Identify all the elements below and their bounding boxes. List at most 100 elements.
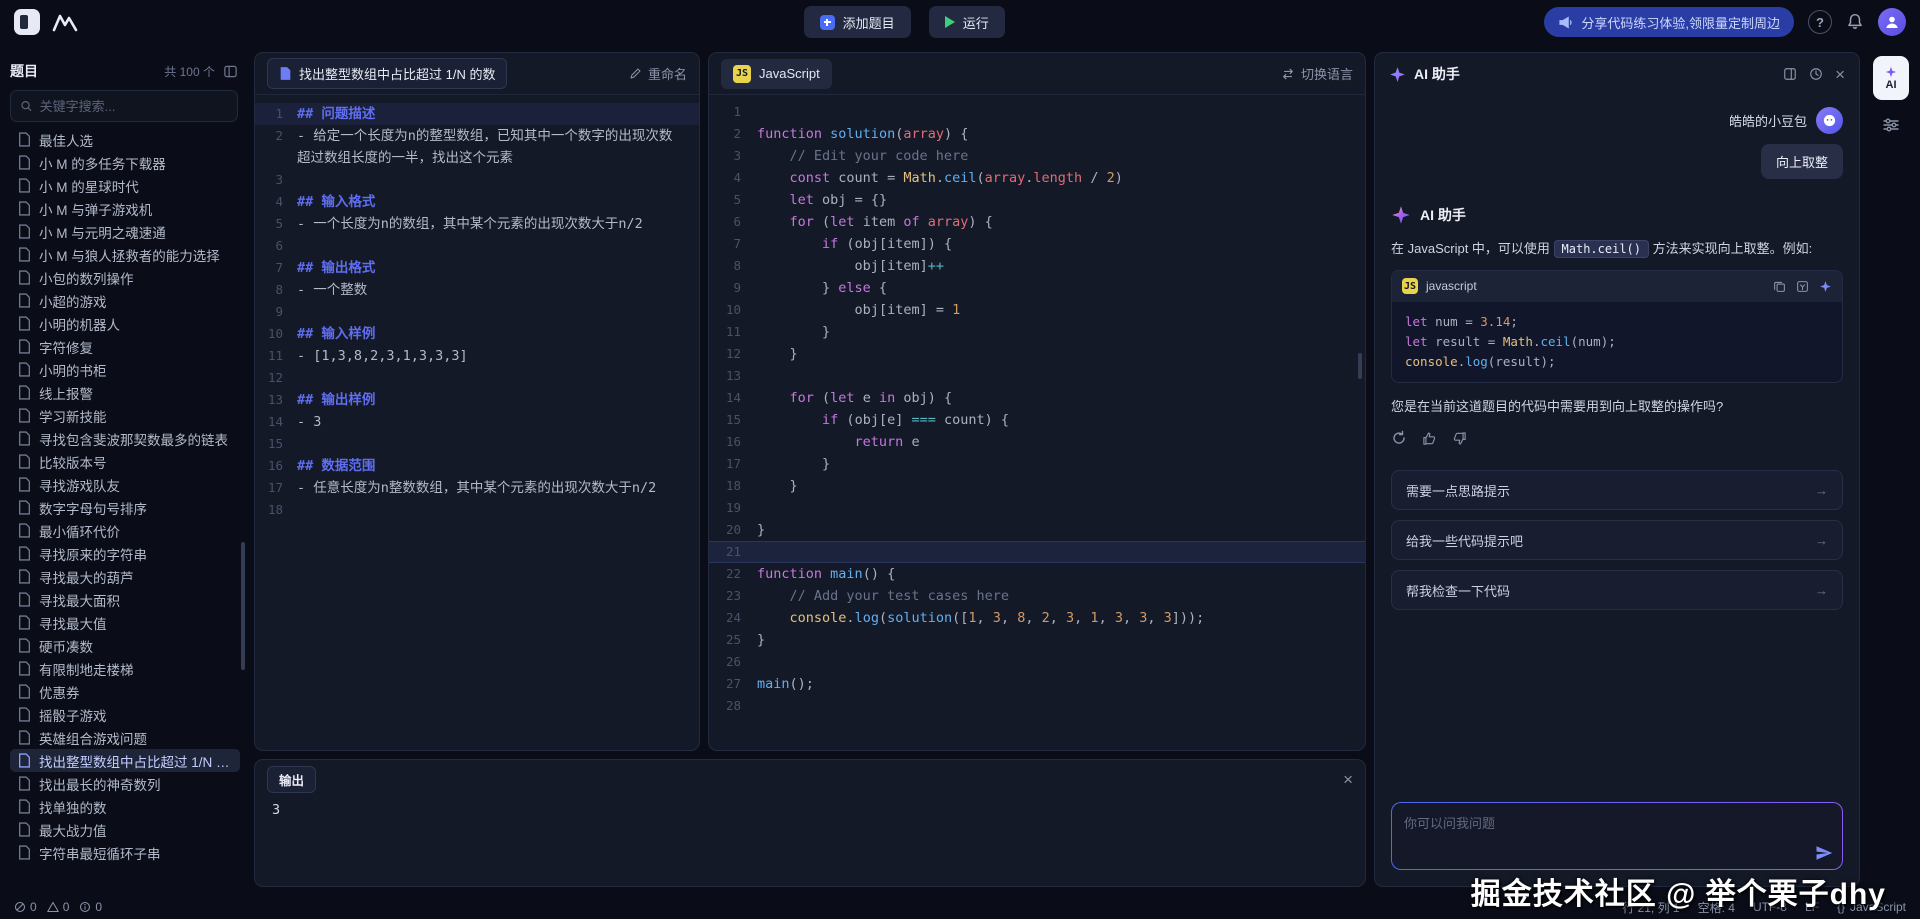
sidebar-item[interactable]: 线上报警	[10, 381, 240, 404]
code-line[interactable]: 12 }	[709, 343, 1365, 365]
sidebar-item[interactable]: 找出最长的神奇数列	[10, 772, 240, 795]
sidebar-item[interactable]: 最大战力值	[10, 818, 240, 841]
sidebar-item[interactable]: 寻找游戏队友	[10, 473, 240, 496]
ai-suggestion-button[interactable]: 帮我检查一下代码→	[1391, 570, 1843, 610]
code-line[interactable]: 7 if (obj[item]) {	[709, 233, 1365, 255]
code-lines[interactable]: 1 2function solution(array) {3 // Edit y…	[709, 95, 1365, 750]
code-line[interactable]: 9 } else {	[709, 277, 1365, 299]
code-line[interactable]: 27main();	[709, 673, 1365, 695]
help-icon[interactable]: ?	[1808, 10, 1832, 34]
user-message-bubble[interactable]: 向上取整	[1761, 144, 1843, 179]
code-line[interactable]: 15 if (obj[e] === count) {	[709, 409, 1365, 431]
indentation[interactable]: 空格: 4	[1698, 899, 1735, 916]
sidebar-item[interactable]: 小 M 的多任务下载器	[10, 151, 240, 174]
sidebar-item[interactable]: 寻找最大的葫芦	[10, 565, 240, 588]
cursor-position[interactable]: 行 21, 列 1	[1622, 899, 1679, 916]
sidebar-item[interactable]: 字符串最短循环子串	[10, 841, 240, 864]
sidebar-item[interactable]: 字符修复	[10, 335, 240, 358]
rename-button[interactable]: 重命名	[629, 64, 687, 83]
ai-code-lines[interactable]: let num = 3.14;let result = Math.ceil(nu…	[1392, 302, 1842, 382]
markdown-line[interactable]: 9	[255, 301, 699, 323]
bell-icon[interactable]	[1846, 13, 1864, 31]
markdown-line[interactable]: 3	[255, 169, 699, 191]
thumbs-down-icon[interactable]	[1452, 431, 1467, 446]
search-input[interactable]	[40, 99, 228, 114]
ai-question-input[interactable]	[1392, 803, 1842, 869]
sidebar-item[interactable]: 寻找包含斐波那契数最多的链表	[10, 427, 240, 450]
sidebar-item[interactable]: 小 M 与元明之魂速通	[10, 220, 240, 243]
sidebar-scrollbar[interactable]	[241, 542, 245, 670]
markdown-line[interactable]: 18	[255, 499, 699, 521]
markdown-line[interactable]: 13## 输出样例	[255, 389, 699, 411]
markdown-line[interactable]: 4## 输入格式	[255, 191, 699, 213]
code-line[interactable]: 6 for (let item of array) {	[709, 211, 1365, 233]
code-line[interactable]: 25}	[709, 629, 1365, 651]
sidebar-item[interactable]: 小 M 与狼人拯救者的能力选择	[10, 243, 240, 266]
markdown-line[interactable]: 17- 任意长度为n整数数组，其中某个元素的出现次数大于n/2	[255, 477, 699, 499]
settings-icon[interactable]	[1882, 116, 1900, 134]
sidebar-item[interactable]: 最佳人选	[10, 128, 240, 151]
sidebar-item[interactable]: 硬币凑数	[10, 634, 240, 657]
code-line[interactable]: 19	[709, 497, 1365, 519]
code-line[interactable]: 4 const count = Math.ceil(array.length /…	[709, 167, 1365, 189]
ai-suggestion-button[interactable]: 需要一点思路提示→	[1391, 470, 1843, 510]
code-line[interactable]: 8 obj[item]++	[709, 255, 1365, 277]
markdown-line[interactable]: 11- [1,3,8,2,3,1,3,3,3]	[255, 345, 699, 367]
code-line[interactable]: 2function solution(array) {	[709, 123, 1365, 145]
markdown-lines[interactable]: 1## 问题描述2- 给定一个长度为n的整型数组，已知其中一个数字的出现次数超过…	[255, 95, 699, 750]
add-problem-button[interactable]: 添加题目	[804, 6, 911, 38]
code-line[interactable]: 11 }	[709, 321, 1365, 343]
code-line[interactable]: 28	[709, 695, 1365, 717]
code-line[interactable]: 26	[709, 651, 1365, 673]
user-avatar[interactable]	[1878, 8, 1906, 36]
markdown-line[interactable]: 7## 输出格式	[255, 257, 699, 279]
markdown-line[interactable]: 5- 一个长度为n的数组，其中某个元素的出现次数大于n/2	[255, 213, 699, 235]
code-line[interactable]: 5 let obj = {}	[709, 189, 1365, 211]
code-line[interactable]: 13	[709, 365, 1365, 387]
sidebar-item[interactable]: 小 M 的星球时代	[10, 174, 240, 197]
code-line[interactable]: 1	[709, 101, 1365, 123]
sidebar-item[interactable]: 寻找最大面积	[10, 588, 240, 611]
encoding[interactable]: UTF-8	[1753, 900, 1787, 914]
code-line[interactable]: 20}	[709, 519, 1365, 541]
promo-banner[interactable]: 分享代码练习体验,领限量定制周边	[1544, 7, 1794, 37]
code-line[interactable]: 3 // Edit your code here	[709, 145, 1365, 167]
copy-code-icon[interactable]	[1773, 280, 1786, 293]
expand-panel-icon[interactable]	[1783, 67, 1797, 81]
logo-mountain-icon[interactable]	[50, 9, 80, 35]
sidebar-item[interactable]: 找单独的数	[10, 795, 240, 818]
problem-title-chip[interactable]: 找出整型数组中占比超过 1/N 的数	[267, 58, 507, 89]
sidebar-item[interactable]: 小明的书柜	[10, 358, 240, 381]
language-mode[interactable]: {} JavaScript	[1837, 900, 1906, 914]
ai-toggle-button[interactable]: AI	[1873, 56, 1909, 100]
sidebar-item[interactable]: 数字字母句号排序	[10, 496, 240, 519]
send-icon[interactable]	[1815, 844, 1833, 862]
apply-code-icon[interactable]	[1819, 280, 1832, 293]
code-line[interactable]: 10 obj[item] = 1	[709, 299, 1365, 321]
regenerate-icon[interactable]	[1391, 430, 1407, 446]
tab-javascript[interactable]: JS JavaScript	[721, 59, 832, 89]
markdown-line[interactable]: 16## 数据范围	[255, 455, 699, 477]
markdown-line[interactable]: 14- 3	[255, 411, 699, 433]
code-line[interactable]: 21	[709, 541, 1365, 563]
thumbs-up-icon[interactable]	[1422, 431, 1437, 446]
code-line[interactable]: 18 }	[709, 475, 1365, 497]
code-line[interactable]: 23 // Add your test cases here	[709, 585, 1365, 607]
sidebar-item[interactable]: 优惠券	[10, 680, 240, 703]
close-output-icon[interactable]: ×	[1343, 771, 1353, 788]
sidebar-item[interactable]: 小超的游戏	[10, 289, 240, 312]
warnings-indicator[interactable]: 0	[47, 900, 70, 914]
markdown-line[interactable]: 6	[255, 235, 699, 257]
sidebar-item[interactable]: 寻找原来的字符串	[10, 542, 240, 565]
sidebar-item[interactable]: 小明的机器人	[10, 312, 240, 335]
code-line[interactable]: 16 return e	[709, 431, 1365, 453]
eol[interactable]: LF	[1805, 900, 1819, 914]
markdown-line[interactable]: 12	[255, 367, 699, 389]
info-indicator[interactable]: 0	[79, 900, 102, 914]
code-line[interactable]: 14 for (let e in obj) {	[709, 387, 1365, 409]
markdown-line[interactable]: 1## 问题描述	[255, 103, 699, 125]
run-button[interactable]: 运行	[929, 6, 1005, 38]
markdown-line[interactable]: 10## 输入样例	[255, 323, 699, 345]
sidebar-item[interactable]: 摇骰子游戏	[10, 703, 240, 726]
insert-code-icon[interactable]	[1796, 280, 1809, 293]
